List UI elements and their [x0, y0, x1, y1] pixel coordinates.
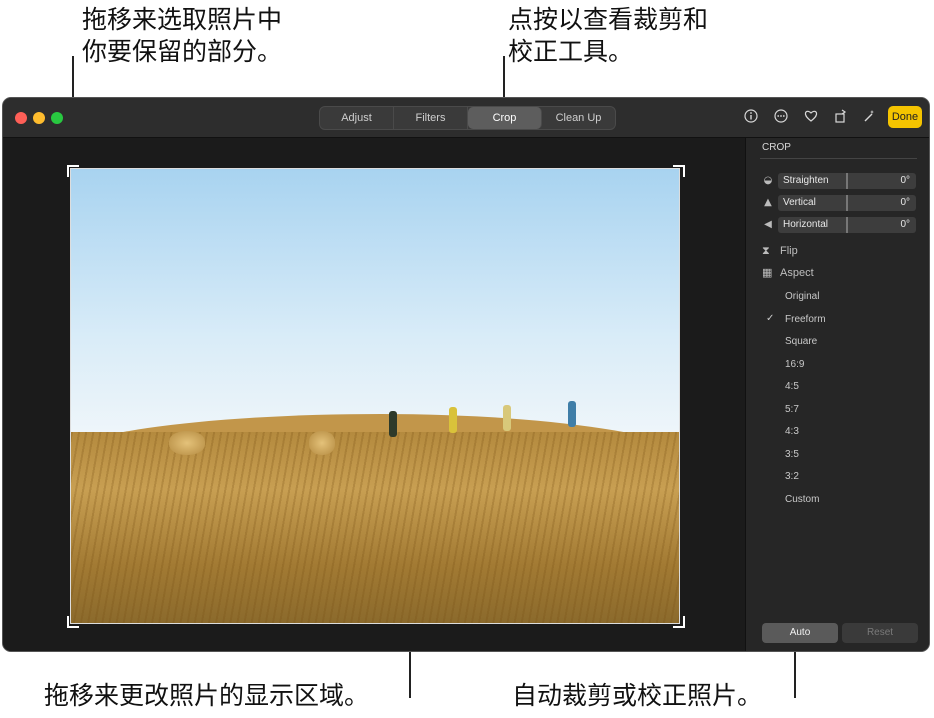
straighten-icon: ◒ [763, 175, 773, 186]
tab-adjust[interactable]: Adjust [320, 107, 394, 129]
photo-canvas[interactable] [3, 138, 745, 651]
crop-handle-top-right[interactable] [673, 165, 685, 177]
minimize-window-button[interactable] [33, 112, 45, 124]
photo-field [71, 432, 679, 623]
crop-handle-bottom-left[interactable] [67, 616, 79, 628]
tab-filters[interactable]: Filters [394, 107, 468, 129]
callout-auto-crop: 自动裁剪或校正照片。 [512, 681, 763, 710]
aspect-option-4-3[interactable]: 4:3 [785, 426, 799, 437]
crop-panel: CROP ◒ Straighten 0° ▲ Vertical 0° ◀ Hor… [745, 138, 929, 651]
callout-drag-select: 拖移来选取照片中 你要保留的部分。 [82, 5, 283, 66]
slider-label: Vertical [783, 197, 816, 208]
title-bar: Adjust Filters Crop Clean Up Done [3, 98, 929, 138]
horizontal-icon: ◀ [764, 219, 772, 230]
hay-bale [169, 431, 205, 455]
aspect-option-5-7[interactable]: 5:7 [785, 404, 799, 415]
running-child [568, 401, 576, 427]
aspect-heading: Aspect [780, 267, 814, 279]
slider-value: 0° [900, 197, 910, 208]
aspect-option-original[interactable]: Original [785, 291, 819, 302]
magic-wand-icon[interactable] [861, 109, 877, 125]
zoom-window-button[interactable] [51, 112, 63, 124]
slider-value: 0° [900, 219, 910, 230]
flip-icon: ⧗ [762, 244, 770, 257]
callout-drag-display: 拖移来更改照片的显示区域。 [44, 681, 370, 710]
aspect-option-3-5[interactable]: 3:5 [785, 449, 799, 460]
tab-clean-up[interactable]: Clean Up [542, 107, 615, 129]
vertical-slider[interactable]: Vertical 0° [778, 195, 916, 211]
slider-divider [846, 173, 848, 189]
crop-handle-top-left[interactable] [67, 165, 79, 177]
slider-value: 0° [900, 175, 910, 186]
aspect-option-3-2[interactable]: 3:2 [785, 471, 799, 482]
straighten-slider[interactable]: Straighten 0° [778, 173, 916, 189]
vertical-icon: ▲ [764, 197, 772, 208]
horizontal-slider[interactable]: Horizontal 0° [778, 217, 916, 233]
close-window-button[interactable] [15, 112, 27, 124]
running-child [503, 405, 511, 431]
aspect-option-freeform[interactable]: Freeform [785, 314, 826, 325]
aspect-option-16-9[interactable]: 16:9 [785, 359, 804, 370]
edit-mode-tabs: Adjust Filters Crop Clean Up [319, 106, 616, 130]
leader-line-auto [794, 648, 796, 698]
slider-label: Straighten [783, 175, 829, 186]
aspect-option-square[interactable]: Square [785, 336, 817, 347]
info-icon[interactable] [743, 109, 759, 125]
slider-divider [846, 217, 848, 233]
heart-icon[interactable] [803, 109, 819, 125]
slider-label: Horizontal [783, 219, 829, 230]
hay-bale [309, 431, 335, 455]
callout-crop-tools: 点按以查看裁剪和 校正工具。 [508, 5, 709, 66]
aspect-icon: ▦ [762, 266, 773, 279]
aspect-option-custom[interactable]: Custom [785, 494, 819, 505]
photo-sky [71, 169, 679, 451]
running-child [389, 411, 397, 437]
tab-crop[interactable]: Crop [468, 107, 542, 129]
photo-crop-area[interactable] [70, 168, 680, 624]
running-child [449, 407, 457, 433]
panel-title: CROP [762, 142, 791, 153]
reset-button[interactable]: Reset [842, 623, 918, 643]
more-icon[interactable] [773, 109, 789, 125]
done-button[interactable]: Done [888, 106, 922, 128]
slider-divider [846, 195, 848, 211]
photos-edit-window: Adjust Filters Crop Clean Up Done CROP ◒… [2, 97, 930, 652]
checkmark-icon: ✓ [766, 313, 775, 324]
auto-button[interactable]: Auto [762, 623, 838, 643]
aspect-option-4-5[interactable]: 4:5 [785, 381, 799, 392]
panel-divider [760, 158, 917, 159]
flip-button[interactable]: Flip [780, 245, 798, 257]
crop-handle-bottom-right[interactable] [673, 616, 685, 628]
rotate-icon[interactable] [833, 109, 849, 125]
